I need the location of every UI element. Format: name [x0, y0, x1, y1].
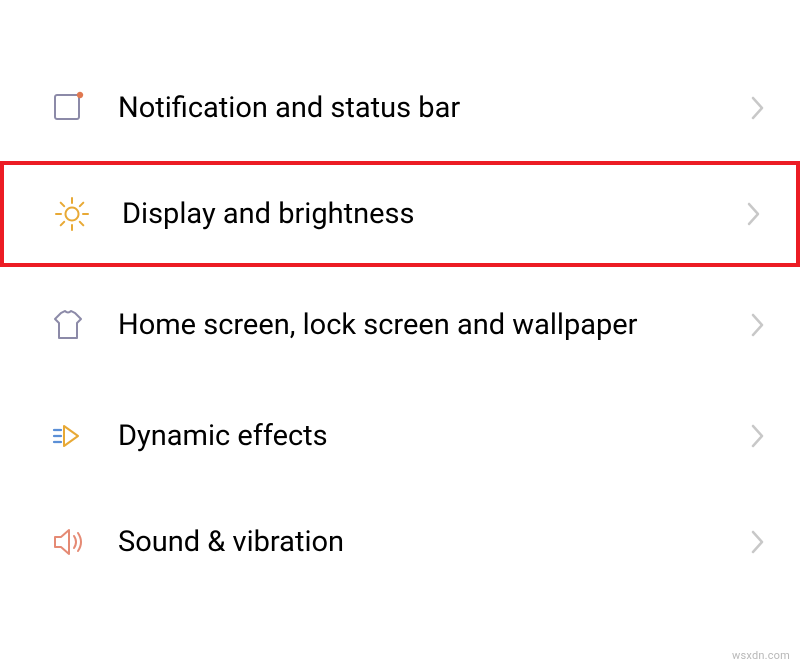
settings-list: Notification and status bar Di — [0, 0, 800, 595]
dynamic-effects-icon — [50, 418, 86, 454]
settings-item-homescreen[interactable]: Home screen, lock screen and wallpaper — [0, 267, 800, 383]
sun-icon — [54, 196, 90, 232]
settings-item-label: Sound & vibration — [86, 524, 746, 560]
settings-item-label: Dynamic effects — [86, 418, 746, 454]
settings-item-display[interactable]: Display and brightness — [0, 161, 800, 267]
settings-item-label: Home screen, lock screen and wallpaper — [86, 307, 746, 343]
notification-icon — [50, 90, 86, 126]
settings-item-sound[interactable]: Sound & vibration — [0, 489, 800, 595]
tshirt-icon — [50, 307, 86, 343]
chevron-right-icon — [746, 96, 770, 120]
watermark: wsxdn.com — [732, 649, 790, 662]
speaker-icon — [50, 524, 86, 560]
settings-item-label: Notification and status bar — [86, 90, 746, 126]
chevron-right-icon — [742, 202, 766, 226]
settings-item-notification[interactable]: Notification and status bar — [0, 55, 800, 161]
chevron-right-icon — [746, 424, 770, 448]
settings-item-label: Display and brightness — [90, 196, 742, 232]
chevron-right-icon — [746, 313, 770, 337]
settings-item-dynamic[interactable]: Dynamic effects — [0, 383, 800, 489]
chevron-right-icon — [746, 530, 770, 554]
